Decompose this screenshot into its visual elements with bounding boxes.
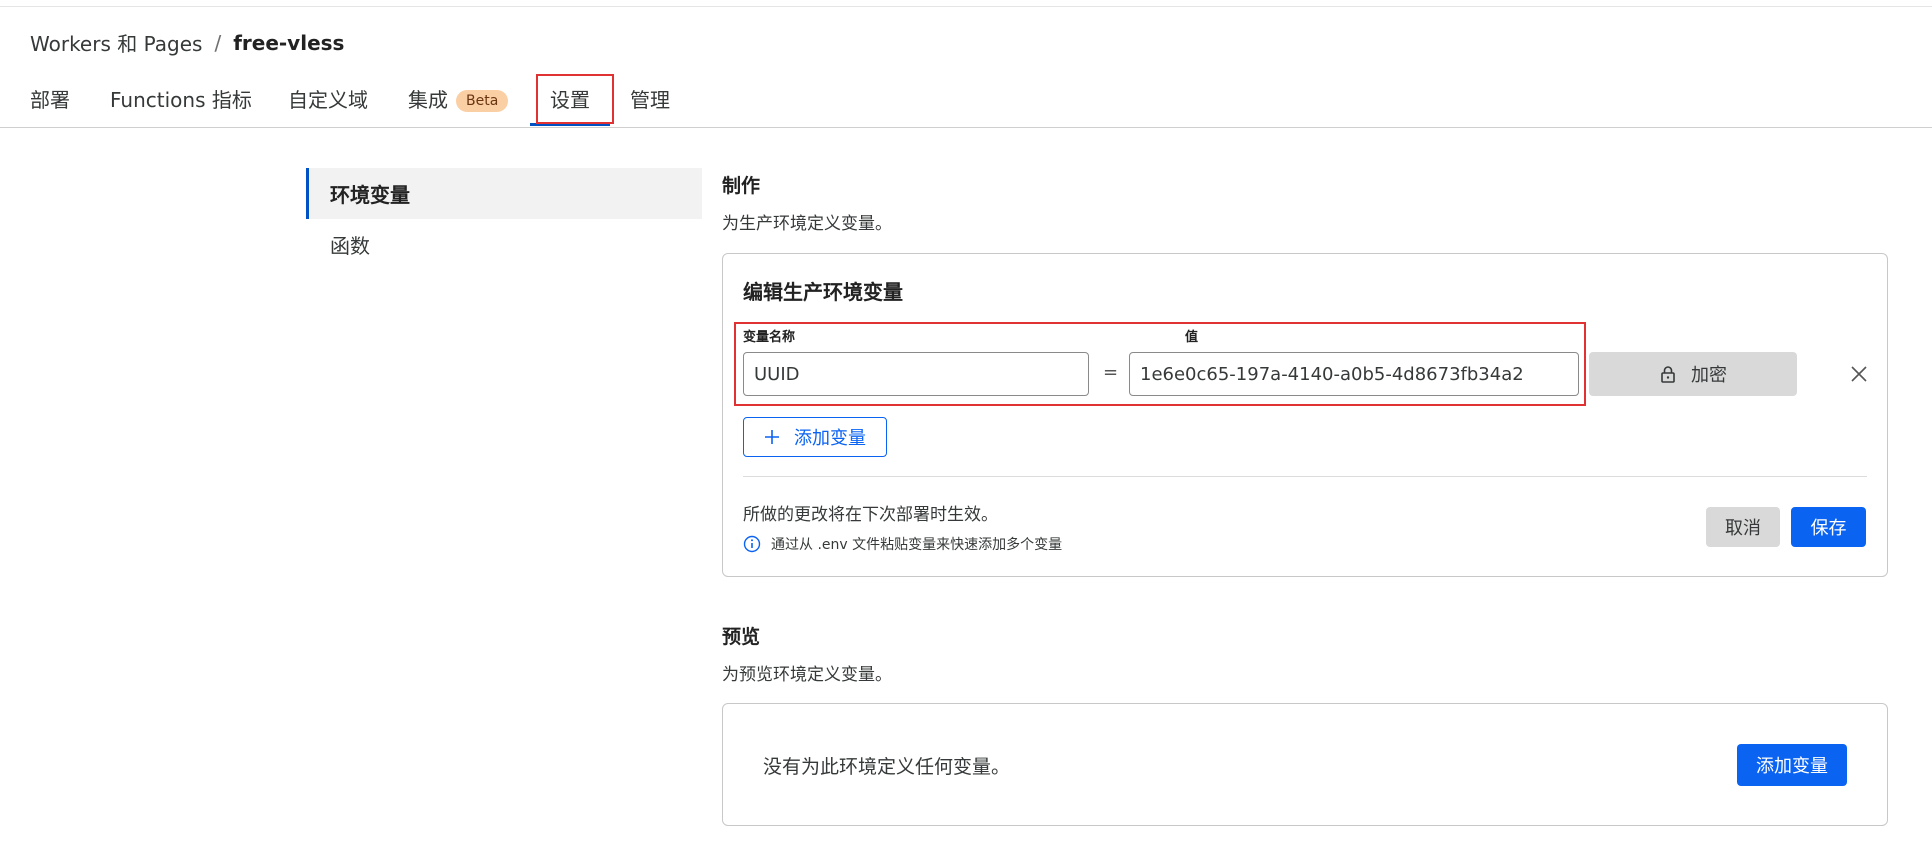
- sidebar-item-label: 函数: [330, 234, 370, 258]
- sidebar-item-functions[interactable]: 函数: [306, 219, 702, 270]
- tab-manage[interactable]: 管理: [630, 84, 670, 113]
- tab-deployments[interactable]: 部署: [30, 84, 70, 113]
- encrypt-button[interactable]: 加密: [1589, 352, 1797, 396]
- sidebar-item-env-vars[interactable]: 环境变量: [306, 168, 702, 219]
- cancel-button-label: 取消: [1725, 518, 1761, 539]
- settings-sidebar: 环境变量 函数: [306, 168, 702, 270]
- editor-title: 编辑生产环境变量: [743, 280, 903, 304]
- preview-env-card: 没有为此环境定义任何变量。 添加变量: [722, 703, 1888, 826]
- remove-variable-close-icon[interactable]: [1849, 364, 1869, 384]
- production-section-title: 制作: [722, 175, 761, 197]
- add-variable-button[interactable]: 添加变量: [743, 417, 887, 457]
- production-section-description: 为生产环境定义变量。: [722, 214, 892, 234]
- encrypt-button-label: 加密: [1691, 365, 1727, 386]
- lock-icon: [1661, 366, 1675, 383]
- preview-add-variable-button[interactable]: 添加变量: [1737, 744, 1847, 786]
- cancel-button[interactable]: 取消: [1706, 507, 1780, 547]
- settings-tab-highlight-box: [536, 74, 614, 124]
- tab-bar: 部署 Functions 指标 自定义域 集成 Beta 设置 管理: [0, 78, 1932, 128]
- plus-icon: [765, 430, 779, 444]
- editor-divider: [743, 476, 1867, 477]
- breadcrumb: Workers 和 Pages / free-vless: [30, 28, 344, 57]
- breadcrumb-parent-link[interactable]: Workers 和 Pages: [30, 28, 202, 57]
- save-button[interactable]: 保存: [1791, 507, 1866, 547]
- production-env-editor-card: 编辑生产环境变量 变量名称 值 UUID = 1e6e0c65-197a-414…: [722, 253, 1888, 577]
- beta-badge: Beta: [456, 90, 509, 112]
- tab-integrations-label: 集成: [408, 88, 448, 112]
- tab-functions-metrics[interactable]: Functions 指标: [110, 84, 252, 113]
- preview-empty-text: 没有为此环境定义任何变量。: [763, 756, 1011, 778]
- deploy-note: 所做的更改将在下次部署时生效。: [743, 505, 998, 525]
- top-divider: [0, 6, 1932, 7]
- tab-integrations[interactable]: 集成 Beta: [408, 84, 509, 113]
- preview-section-description: 为预览环境定义变量。: [722, 665, 892, 685]
- env-paste-hint: 通过从 .env 文件粘贴变量来快速添加多个变量: [743, 534, 1062, 554]
- variable-row-highlight-box: [734, 322, 1586, 406]
- breadcrumb-separator: /: [214, 30, 222, 55]
- save-button-label: 保存: [1810, 518, 1847, 539]
- tab-custom-domains[interactable]: 自定义域: [288, 84, 368, 113]
- preview-add-variable-label: 添加变量: [1756, 756, 1828, 777]
- add-variable-button-label: 添加变量: [794, 428, 866, 449]
- sidebar-item-label: 环境变量: [330, 183, 410, 207]
- env-paste-hint-text: 通过从 .env 文件粘贴变量来快速添加多个变量: [771, 537, 1063, 553]
- info-icon: [743, 535, 761, 553]
- preview-section-title: 预览: [722, 626, 761, 648]
- breadcrumb-current: free-vless: [233, 30, 345, 55]
